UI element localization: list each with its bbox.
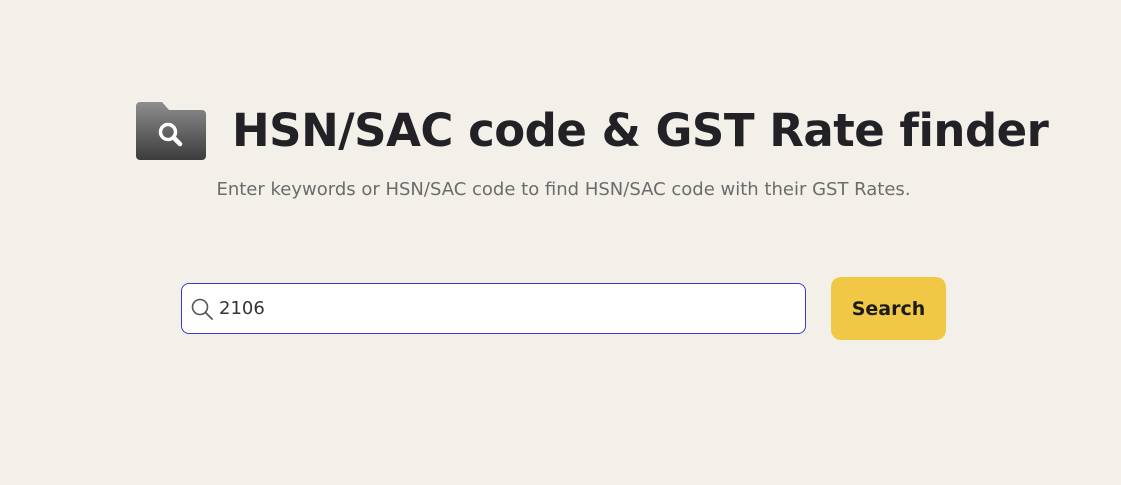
page: HSN/SAC code & GST Rate finder Enter key… bbox=[0, 0, 1121, 485]
page-title: HSN/SAC code & GST Rate finder bbox=[232, 104, 1049, 157]
search-input[interactable] bbox=[214, 284, 805, 333]
folder-search-icon bbox=[136, 102, 206, 160]
search-box[interactable] bbox=[181, 283, 806, 334]
header: HSN/SAC code & GST Rate finder bbox=[136, 101, 1049, 161]
page-subtitle: Enter keywords or HSN/SAC code to find H… bbox=[216, 179, 911, 200]
search-icon bbox=[191, 298, 213, 320]
search-button[interactable]: Search bbox=[831, 277, 946, 340]
